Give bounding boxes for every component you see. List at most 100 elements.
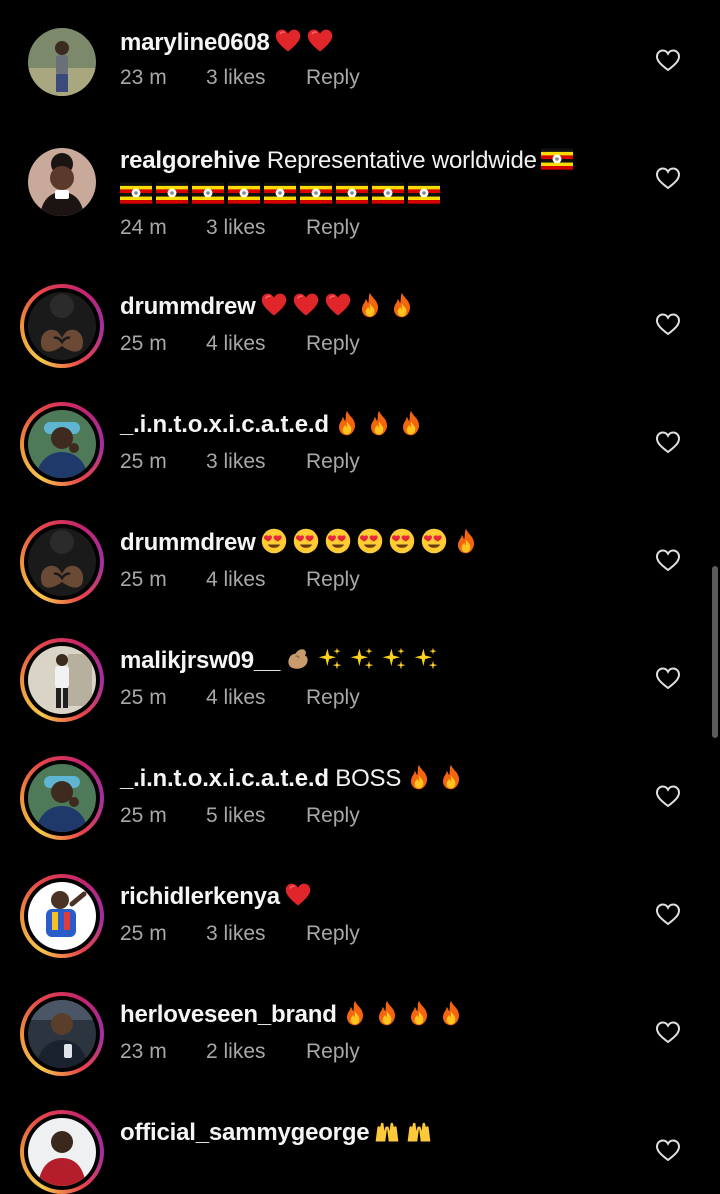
comment-username[interactable]: official_sammygeorge — [120, 1119, 370, 1146]
avatar[interactable] — [20, 520, 104, 604]
avatar[interactable] — [20, 402, 104, 486]
reply-button[interactable]: Reply — [306, 216, 360, 240]
comment-text-line: drummdrew — [120, 526, 480, 560]
comment-likes-count[interactable]: 3 likes — [206, 216, 306, 240]
comment-likes-count[interactable]: 5 likes — [206, 804, 306, 828]
scrollbar[interactable] — [712, 566, 718, 738]
avatar[interactable] — [20, 1110, 104, 1194]
comment-username[interactable]: maryline0608 — [120, 29, 270, 56]
avatar[interactable] — [20, 874, 104, 958]
comment-username[interactable]: malikjrsw09__ — [120, 647, 280, 674]
story-ring-gap — [24, 288, 100, 364]
comment-username[interactable]: drummdrew — [120, 293, 256, 320]
avatar-photo-man-cap — [28, 410, 96, 478]
story-ring-gap — [24, 760, 100, 836]
heart-eyes-emoji — [356, 527, 384, 555]
reply-button[interactable]: Reply — [306, 922, 360, 946]
heart-eyes-emoji — [260, 527, 288, 555]
heart-eyes-emoji — [292, 527, 320, 555]
story-ring-gap — [24, 406, 100, 482]
heart-outline-icon[interactable] — [655, 430, 681, 454]
fire-emoji — [341, 999, 369, 1027]
heart-outline-icon[interactable] — [655, 548, 681, 572]
heart-outline-icon[interactable] — [655, 666, 681, 690]
fire-emoji — [365, 409, 393, 437]
heart-outline-icon[interactable] — [655, 902, 681, 926]
avatar[interactable] — [20, 284, 104, 368]
fire-emoji — [405, 763, 433, 791]
comment-meta: 23 m 3 likes Reply — [120, 66, 360, 90]
comment-username[interactable]: _.i.n.t.o.x.i.c.a.t.e.d — [120, 411, 329, 438]
avatar[interactable] — [28, 148, 96, 216]
reply-button[interactable]: Reply — [306, 66, 360, 90]
avatar[interactable] — [20, 756, 104, 840]
comment-text-line: official_sammygeorge — [120, 1116, 433, 1150]
comment-meta: 24 m 3 likes Reply — [120, 216, 360, 240]
reply-button[interactable]: Reply — [306, 1040, 360, 1064]
red-heart-emoji — [324, 291, 352, 319]
fire-emoji — [388, 291, 416, 319]
comment-body: Representative worldwide — [266, 147, 537, 174]
avatar-photo-heart-hands — [28, 528, 96, 596]
reply-button[interactable]: Reply — [306, 450, 360, 474]
heart-outline-icon[interactable] — [655, 1138, 681, 1162]
comment-username[interactable]: _.i.n.t.o.x.i.c.a.t.e.d — [120, 765, 329, 792]
comment-username[interactable]: richidlerkenya — [120, 883, 280, 910]
comment-time: 24 m — [120, 216, 167, 239]
uganda-flag-emoji — [300, 179, 332, 207]
comment-text-line-2 — [120, 178, 440, 212]
comment-username[interactable]: drummdrew — [120, 529, 256, 556]
comment-text-line: malikjrsw09__ — [120, 644, 440, 678]
comment-body: BOSS — [335, 765, 402, 792]
sparkles-emoji — [316, 645, 344, 673]
comment-likes-count[interactable]: 4 likes — [206, 332, 306, 356]
comment-likes-count[interactable]: 2 likes — [206, 1040, 306, 1064]
comment-meta: 25 m 3 likes Reply — [120, 450, 360, 474]
avatar-photo-man-standing — [28, 646, 96, 714]
fire-emoji — [397, 409, 425, 437]
avatar[interactable] — [28, 28, 96, 96]
reply-button[interactable]: Reply — [306, 804, 360, 828]
comment-time: 23 m — [120, 1040, 167, 1063]
fire-emoji — [373, 999, 401, 1027]
avatar-photo-man-cap — [28, 764, 96, 832]
avatar[interactable] — [20, 992, 104, 1076]
story-ring-gap — [24, 878, 100, 954]
raising-hands-emoji — [405, 1117, 433, 1145]
comment-username[interactable]: realgorehive — [120, 147, 261, 174]
comment-time: 25 m — [120, 922, 167, 945]
uganda-flag-emoji — [192, 179, 224, 207]
heart-outline-icon[interactable] — [655, 166, 681, 190]
comment-text-line: maryline0608 — [120, 26, 334, 60]
comment-text-line: _.i.n.t.o.x.i.c.a.t.e.d BOSS — [120, 762, 465, 796]
heart-outline-icon[interactable] — [655, 1020, 681, 1044]
uganda-flag-emoji — [120, 179, 152, 207]
comment-likes-count[interactable]: 3 likes — [206, 450, 306, 474]
comment-username[interactable]: herloveseen_brand — [120, 1001, 337, 1028]
comment-likes-count[interactable]: 4 likes — [206, 686, 306, 710]
fire-emoji — [437, 999, 465, 1027]
comment-meta: 25 m 5 likes Reply — [120, 804, 360, 828]
uganda-flag-emoji — [372, 179, 404, 207]
uganda-flag-emoji — [408, 179, 440, 207]
heart-outline-icon[interactable] — [655, 312, 681, 336]
comment-text-line: realgorehive Representative worldwide — [120, 144, 573, 178]
avatar[interactable] — [20, 638, 104, 722]
heart-outline-icon[interactable] — [655, 48, 681, 72]
comment-meta: 25 m 3 likes Reply — [120, 922, 360, 946]
reply-button[interactable]: Reply — [306, 686, 360, 710]
heart-eyes-emoji — [420, 527, 448, 555]
avatar-photo-woman-outdoor — [28, 28, 96, 96]
comment-likes-count[interactable]: 3 likes — [206, 66, 306, 90]
comment-likes-count[interactable]: 3 likes — [206, 922, 306, 946]
red-heart-emoji — [306, 27, 334, 55]
comment-meta: 25 m 4 likes Reply — [120, 568, 360, 592]
heart-outline-icon[interactable] — [655, 784, 681, 808]
fire-emoji — [437, 763, 465, 791]
comment-time: 25 m — [120, 686, 167, 709]
reply-button[interactable]: Reply — [306, 332, 360, 356]
sparkles-emoji — [348, 645, 376, 673]
comment-text-line: richidlerkenya — [120, 880, 312, 914]
comment-likes-count[interactable]: 4 likes — [206, 568, 306, 592]
reply-button[interactable]: Reply — [306, 568, 360, 592]
